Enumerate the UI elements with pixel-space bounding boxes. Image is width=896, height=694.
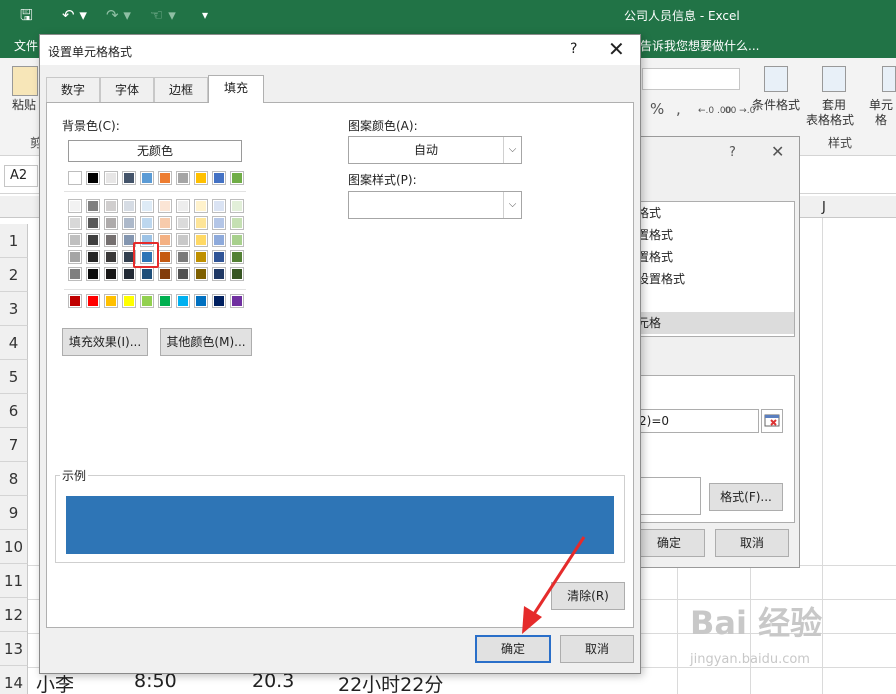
annotation-arrow-icon bbox=[522, 536, 586, 634]
baidu-watermark: Bai 经验 bbox=[690, 604, 823, 642]
baidu-watermark-url: jingyan.baidu.com bbox=[690, 652, 810, 667]
tab-fill[interactable]: 填充 bbox=[208, 75, 264, 103]
